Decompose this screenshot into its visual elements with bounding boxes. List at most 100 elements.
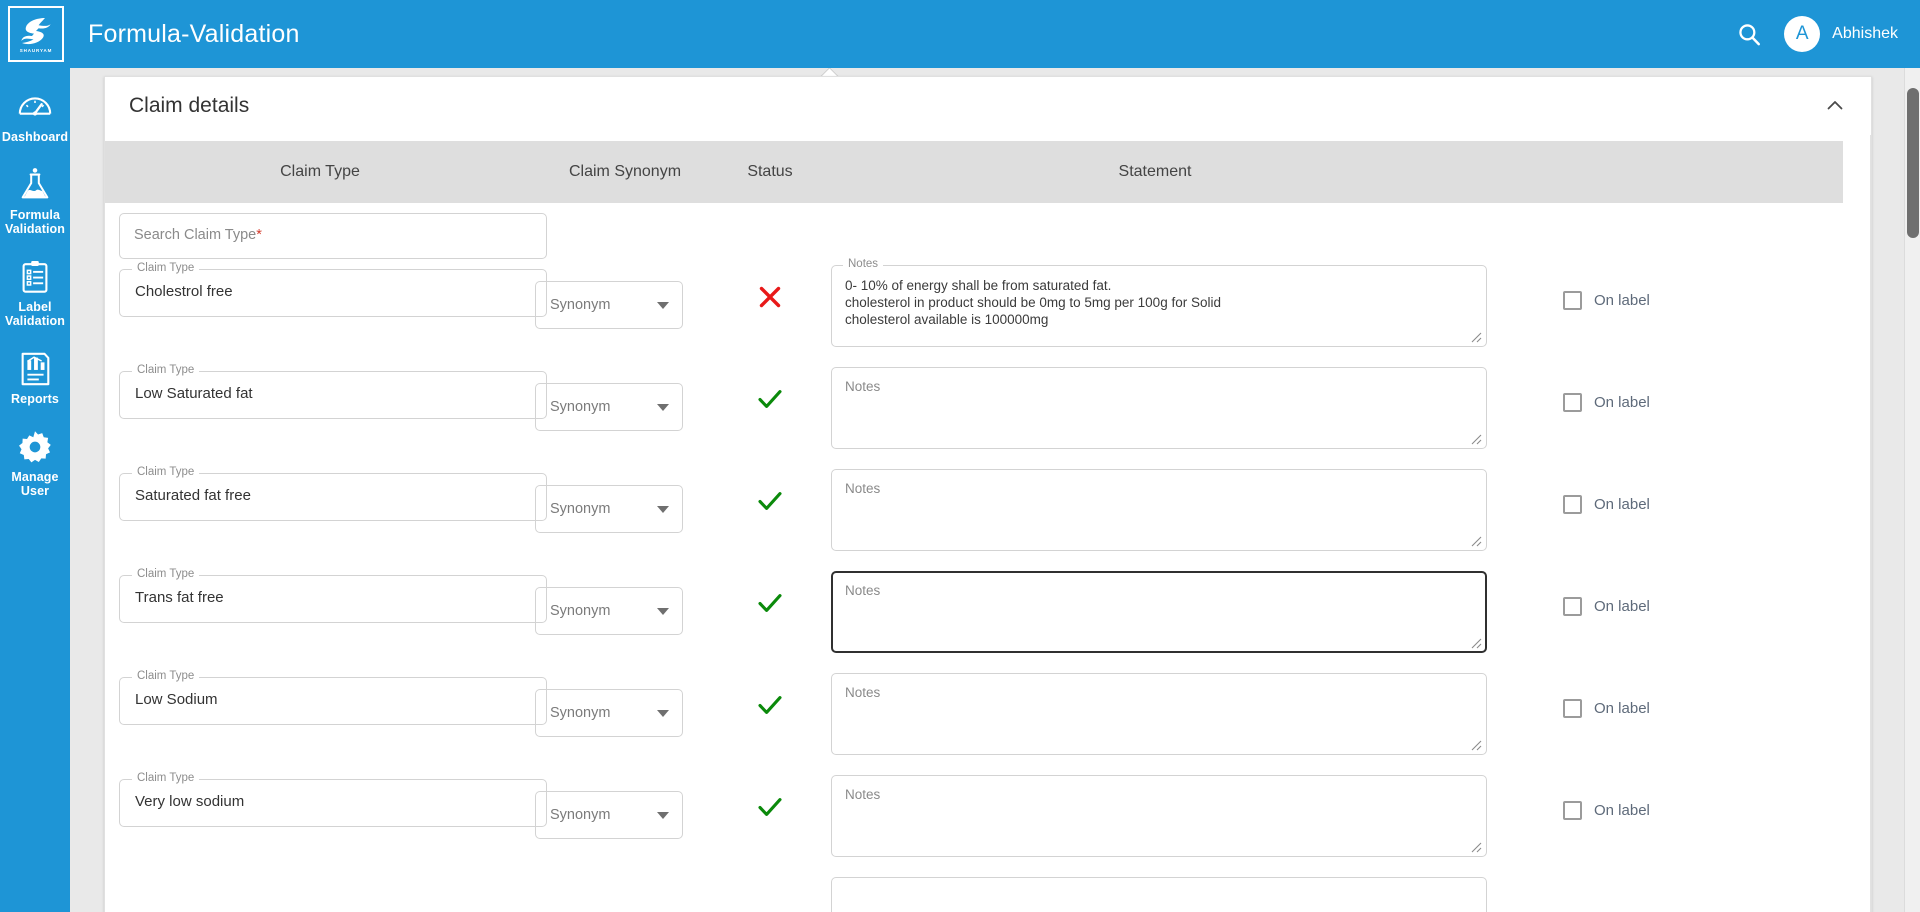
search-icon[interactable]: [1736, 21, 1762, 47]
statement-cell: Notes: [825, 361, 1487, 449]
claim-synonym-cell: Synonym: [535, 463, 715, 533]
claim-type-cell: Claim Type Low Sodium: [105, 667, 547, 725]
avatar: A: [1784, 16, 1821, 52]
resize-grip-icon[interactable]: [1469, 330, 1483, 344]
on-label-checkbox[interactable]: On label: [1563, 495, 1843, 514]
checkbox-box[interactable]: [1563, 699, 1582, 718]
scrollbar-thumb[interactable]: [1907, 88, 1919, 238]
top-app-bar: SHAURYAM Formula-Validation A Abhishek: [0, 0, 1920, 68]
notes-textarea[interactable]: Notes: [831, 673, 1487, 755]
search-row-synonym-cell: [535, 203, 715, 225]
resize-grip-icon[interactable]: [1469, 534, 1483, 548]
claims-table: Claim Type Claim Synonym Status Statemen…: [105, 141, 1843, 912]
statement-cell: Notes: [825, 463, 1487, 551]
required-asterisk: *: [256, 227, 262, 243]
on-label-checkbox[interactable]: On label: [1563, 597, 1843, 616]
claim-type-cell: Claim Type Low Saturated fat: [105, 361, 547, 419]
claim-synonym-cell: Synonym: [535, 769, 715, 839]
table-row: Claim Type Cholestrol free Synonym Notes 0- …: [105, 258, 1843, 361]
claim-type-field[interactable]: Claim Type Saturated fat free: [119, 466, 547, 521]
card-header: Claim details: [105, 77, 1871, 135]
statement-cell: Notes 0- 10% of energy shall be from satu…: [825, 258, 1487, 347]
page-scrollbar[interactable]: [1904, 68, 1920, 912]
on-label-text: On label: [1594, 496, 1650, 513]
statement-cell: Notes: [825, 667, 1487, 755]
sidebar-item-formula-validation[interactable]: Formula Validation: [0, 156, 70, 248]
claim-type-cell: Claim Type Saturated fat free: [105, 463, 547, 521]
search-placeholder-text: Search Claim Type: [134, 227, 257, 243]
chevron-down-icon: [657, 404, 669, 411]
notes-placeholder: Notes: [845, 583, 881, 598]
checkbox-box[interactable]: [1563, 597, 1582, 616]
logo-wordmark: SHAURYAM: [19, 47, 53, 53]
claim-synonym-select[interactable]: Synonym: [535, 383, 683, 431]
sidebar-item-label: Label Validation: [4, 300, 66, 328]
claim-synonym-select[interactable]: Synonym: [535, 587, 683, 635]
resize-grip-icon[interactable]: [1469, 840, 1483, 854]
claim-synonym-placeholder: Synonym: [550, 399, 611, 415]
checkbox-box[interactable]: [1563, 291, 1582, 310]
notes-textarea[interactable]: Notes 0- 10% of energy shall be from satu…: [831, 258, 1487, 347]
column-header-claim-synonym: Claim Synonym: [568, 163, 682, 180]
notes-textarea[interactable]: [831, 877, 1487, 912]
claim-type-field[interactable]: Claim Type Trans fat free: [119, 568, 547, 623]
checkbox-box[interactable]: [1563, 393, 1582, 412]
resize-grip-icon[interactable]: [1469, 738, 1483, 752]
claim-synonym-select[interactable]: Synonym: [535, 791, 683, 839]
claim-type-value: Low Sodium: [135, 691, 218, 708]
sidebar-item-dashboard[interactable]: Dashboard: [0, 78, 70, 156]
resize-grip-icon[interactable]: [1469, 432, 1483, 446]
sidebar-item-reports[interactable]: Reports: [0, 340, 70, 418]
claim-type-field[interactable]: Claim Type Low Sodium: [119, 670, 547, 725]
claim-type-field[interactable]: Claim Type Low Saturated fat: [119, 364, 547, 419]
green-check-icon: [758, 390, 782, 408]
on-label-checkbox[interactable]: On label: [1563, 801, 1843, 820]
chevron-down-icon: [657, 812, 669, 819]
user-menu[interactable]: A Abhishek: [1784, 16, 1898, 52]
on-label-cell: On label: [1485, 565, 1843, 616]
notes-placeholder: Notes: [845, 481, 881, 496]
claim-synonym-cell: Synonym: [535, 259, 715, 329]
claim-type-field[interactable]: Claim Type Very low sodium: [119, 772, 547, 827]
sidebar-item-manage-user[interactable]: Manage User: [0, 418, 70, 510]
notes-textarea[interactable]: Notes: [831, 367, 1487, 449]
claim-synonym-cell: Synonym: [535, 667, 715, 737]
resize-grip-icon[interactable]: [1469, 636, 1483, 650]
chevron-down-icon: [657, 302, 669, 309]
green-check-icon: [758, 798, 782, 816]
claim-type-field[interactable]: Claim Type Cholestrol free: [119, 262, 547, 317]
notes-placeholder: Notes: [845, 685, 881, 700]
collapse-toggle-button[interactable]: [1821, 92, 1849, 120]
textarea-frame: [831, 571, 1487, 653]
claim-type-cell: Claim Type Very low sodium: [105, 769, 547, 827]
table-row: Claim Type Low Sodium Synonym Notes On label: [105, 667, 1843, 769]
search-cell: Search Claim Type*: [105, 203, 547, 259]
checkbox-box[interactable]: [1563, 801, 1582, 820]
status-cell: [715, 361, 825, 413]
notes-textarea[interactable]: Notes: [831, 571, 1487, 653]
statement-cell: Notes: [825, 769, 1487, 857]
claim-details-card: Claim details Claim Type Claim Synonym S…: [104, 76, 1872, 912]
search-placeholder: Search Claim Type*: [134, 227, 262, 243]
sidebar-item-label-validation[interactable]: Label Validation: [0, 248, 70, 340]
on-label-text: On label: [1594, 598, 1650, 615]
notes-textarea[interactable]: Notes: [831, 775, 1487, 857]
claim-synonym-select[interactable]: Synonym: [535, 281, 683, 329]
textarea-frame: [831, 673, 1487, 755]
on-label-checkbox[interactable]: On label: [1563, 291, 1843, 310]
claim-synonym-select[interactable]: Synonym: [535, 485, 683, 533]
notes-value: 0- 10% of energy shall be from saturated…: [845, 278, 1221, 327]
claim-synonym-placeholder: Synonym: [550, 501, 611, 517]
textarea-frame: [831, 775, 1487, 857]
search-claim-type-input[interactable]: Search Claim Type*: [119, 213, 547, 259]
sidebar-nav: Dashboard Formula Validation Label Valid…: [0, 68, 70, 912]
on-label-cell: On label: [1485, 259, 1843, 310]
claim-synonym-select[interactable]: Synonym: [535, 689, 683, 737]
checkbox-box[interactable]: [1563, 495, 1582, 514]
on-label-checkbox[interactable]: On label: [1563, 393, 1843, 412]
sidebar-item-label: Reports: [11, 392, 59, 406]
brand-logo[interactable]: SHAURYAM: [8, 6, 64, 62]
on-label-checkbox[interactable]: On label: [1563, 699, 1843, 718]
on-label-cell: [1485, 871, 1843, 903]
notes-textarea[interactable]: Notes: [831, 469, 1487, 551]
